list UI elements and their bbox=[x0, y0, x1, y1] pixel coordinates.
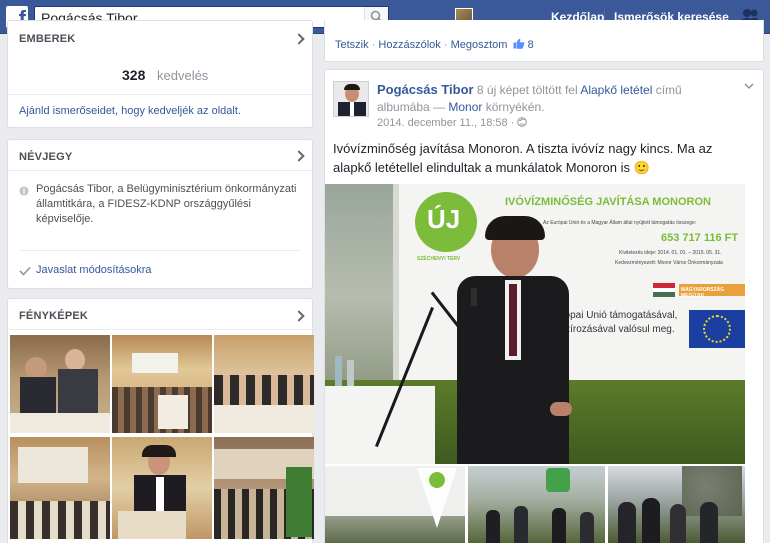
chevron-down-icon[interactable] bbox=[744, 83, 754, 90]
photo-thumbnail[interactable] bbox=[112, 335, 212, 433]
post-header: Pogácsás Tibor 8 új képet töltött fel Al… bbox=[377, 81, 727, 116]
post-text: Ivóvízminőség javítása Monoron. A tiszta… bbox=[333, 141, 713, 175]
timestamp-link[interactable]: 2014. december 11., 18:58 · bbox=[377, 117, 514, 129]
divider bbox=[8, 170, 312, 171]
photo-thumbnail[interactable] bbox=[214, 335, 314, 433]
people-card-title: EMBEREK bbox=[19, 33, 76, 45]
photo-thumbnail[interactable] bbox=[112, 437, 212, 539]
eu-flag-icon bbox=[689, 310, 745, 348]
about-description: Pogácsás Tibor, a Belügyminisztérium önk… bbox=[36, 183, 297, 225]
uj-logo: ÚJ bbox=[415, 192, 477, 252]
billboard-beneficiary: Kedvezményezett: Monor Város Önkormányza… bbox=[615, 260, 723, 266]
photos-card: FÉNYKÉPEK bbox=[7, 298, 314, 543]
chevron-right-icon[interactable] bbox=[293, 310, 305, 322]
separator-dot: · bbox=[443, 39, 448, 51]
billboard-support-line: Az Európai Unió és a Magyar Állam által … bbox=[543, 220, 697, 226]
about-card-title: NÉVJEGY bbox=[19, 151, 73, 163]
post-photo-thumbnail[interactable] bbox=[468, 466, 605, 543]
photo-thumbnail[interactable] bbox=[10, 437, 110, 539]
hungarian-flag-icon bbox=[653, 283, 675, 297]
post-photo-thumbnail[interactable] bbox=[608, 466, 745, 543]
post-timestamp: 2014. december 11., 18:58 · bbox=[377, 117, 528, 129]
like-count[interactable]: 8 bbox=[528, 39, 534, 51]
likes-label: kedvelés bbox=[157, 68, 209, 83]
globe-icon bbox=[517, 117, 528, 127]
divider bbox=[19, 250, 301, 251]
author-name-link[interactable]: Pogácsás Tibor bbox=[377, 82, 474, 97]
uj-logo-subtitle: SZÉCHENYI TERV bbox=[417, 256, 461, 262]
photos-card-title: FÉNYKÉPEK bbox=[19, 310, 89, 322]
billboard-period: Kivitelezés ideje: 2014. 01. 01. – 2015.… bbox=[619, 250, 722, 256]
post-main-photo[interactable]: ÚJ SZÉCHENYI TERV IVÓVÍZMINŐSÉG JAVÍTÁSA… bbox=[325, 184, 745, 464]
post-photo-thumbnail[interactable] bbox=[325, 466, 465, 543]
post-action-text: 8 új képet töltött fel bbox=[476, 83, 578, 97]
suggest-edits-link[interactable]: Javaslat módosításokra bbox=[36, 264, 152, 276]
post-action-text: környékén. bbox=[485, 100, 545, 114]
separator-dot: · bbox=[371, 39, 376, 51]
about-card: NÉVJEGY Pogácsás Tibor, a Belügyminiszté… bbox=[7, 139, 313, 289]
previous-post-actions: Tetszik · Hozzászólok · Megosztom 8 bbox=[335, 38, 534, 51]
place-link[interactable]: Monor bbox=[448, 100, 482, 114]
album-link[interactable]: Alapkő letétel bbox=[580, 83, 652, 97]
comment-link[interactable]: Hozzászólok bbox=[378, 39, 440, 51]
share-link[interactable]: Megosztom bbox=[451, 39, 508, 51]
divider bbox=[8, 329, 312, 330]
likes-count: 328 bbox=[122, 67, 146, 83]
checkmark-icon bbox=[19, 266, 31, 276]
billboard-amount: 653 717 116 FT bbox=[661, 232, 739, 244]
billboard: ÚJ SZÉCHENYI TERV IVÓVÍZMINŐSÉG JAVÍTÁSA… bbox=[393, 184, 745, 382]
thumbs-up-icon bbox=[513, 38, 524, 49]
billboard-headline: IVÓVÍZMINŐSÉG JAVÍTÁSA MONORON bbox=[505, 196, 711, 208]
flag-label: MAGYARORSZÁG MEGÚJUL bbox=[679, 284, 745, 299]
like-link[interactable]: Tetszik bbox=[335, 39, 369, 51]
divider bbox=[8, 94, 312, 95]
photo-thumbnail[interactable] bbox=[10, 335, 110, 433]
chevron-right-icon[interactable] bbox=[293, 33, 305, 45]
chevron-right-icon[interactable] bbox=[293, 150, 305, 162]
people-card: EMBEREK 328 kedvelés Ajánld ismerőseidet… bbox=[7, 20, 313, 128]
photo-thumbnail[interactable] bbox=[214, 437, 314, 539]
author-avatar[interactable] bbox=[333, 81, 369, 117]
invite-friends-link[interactable]: Ajánld ismerőseidet, hogy kedveljék az o… bbox=[19, 105, 241, 117]
info-icon bbox=[19, 186, 29, 196]
